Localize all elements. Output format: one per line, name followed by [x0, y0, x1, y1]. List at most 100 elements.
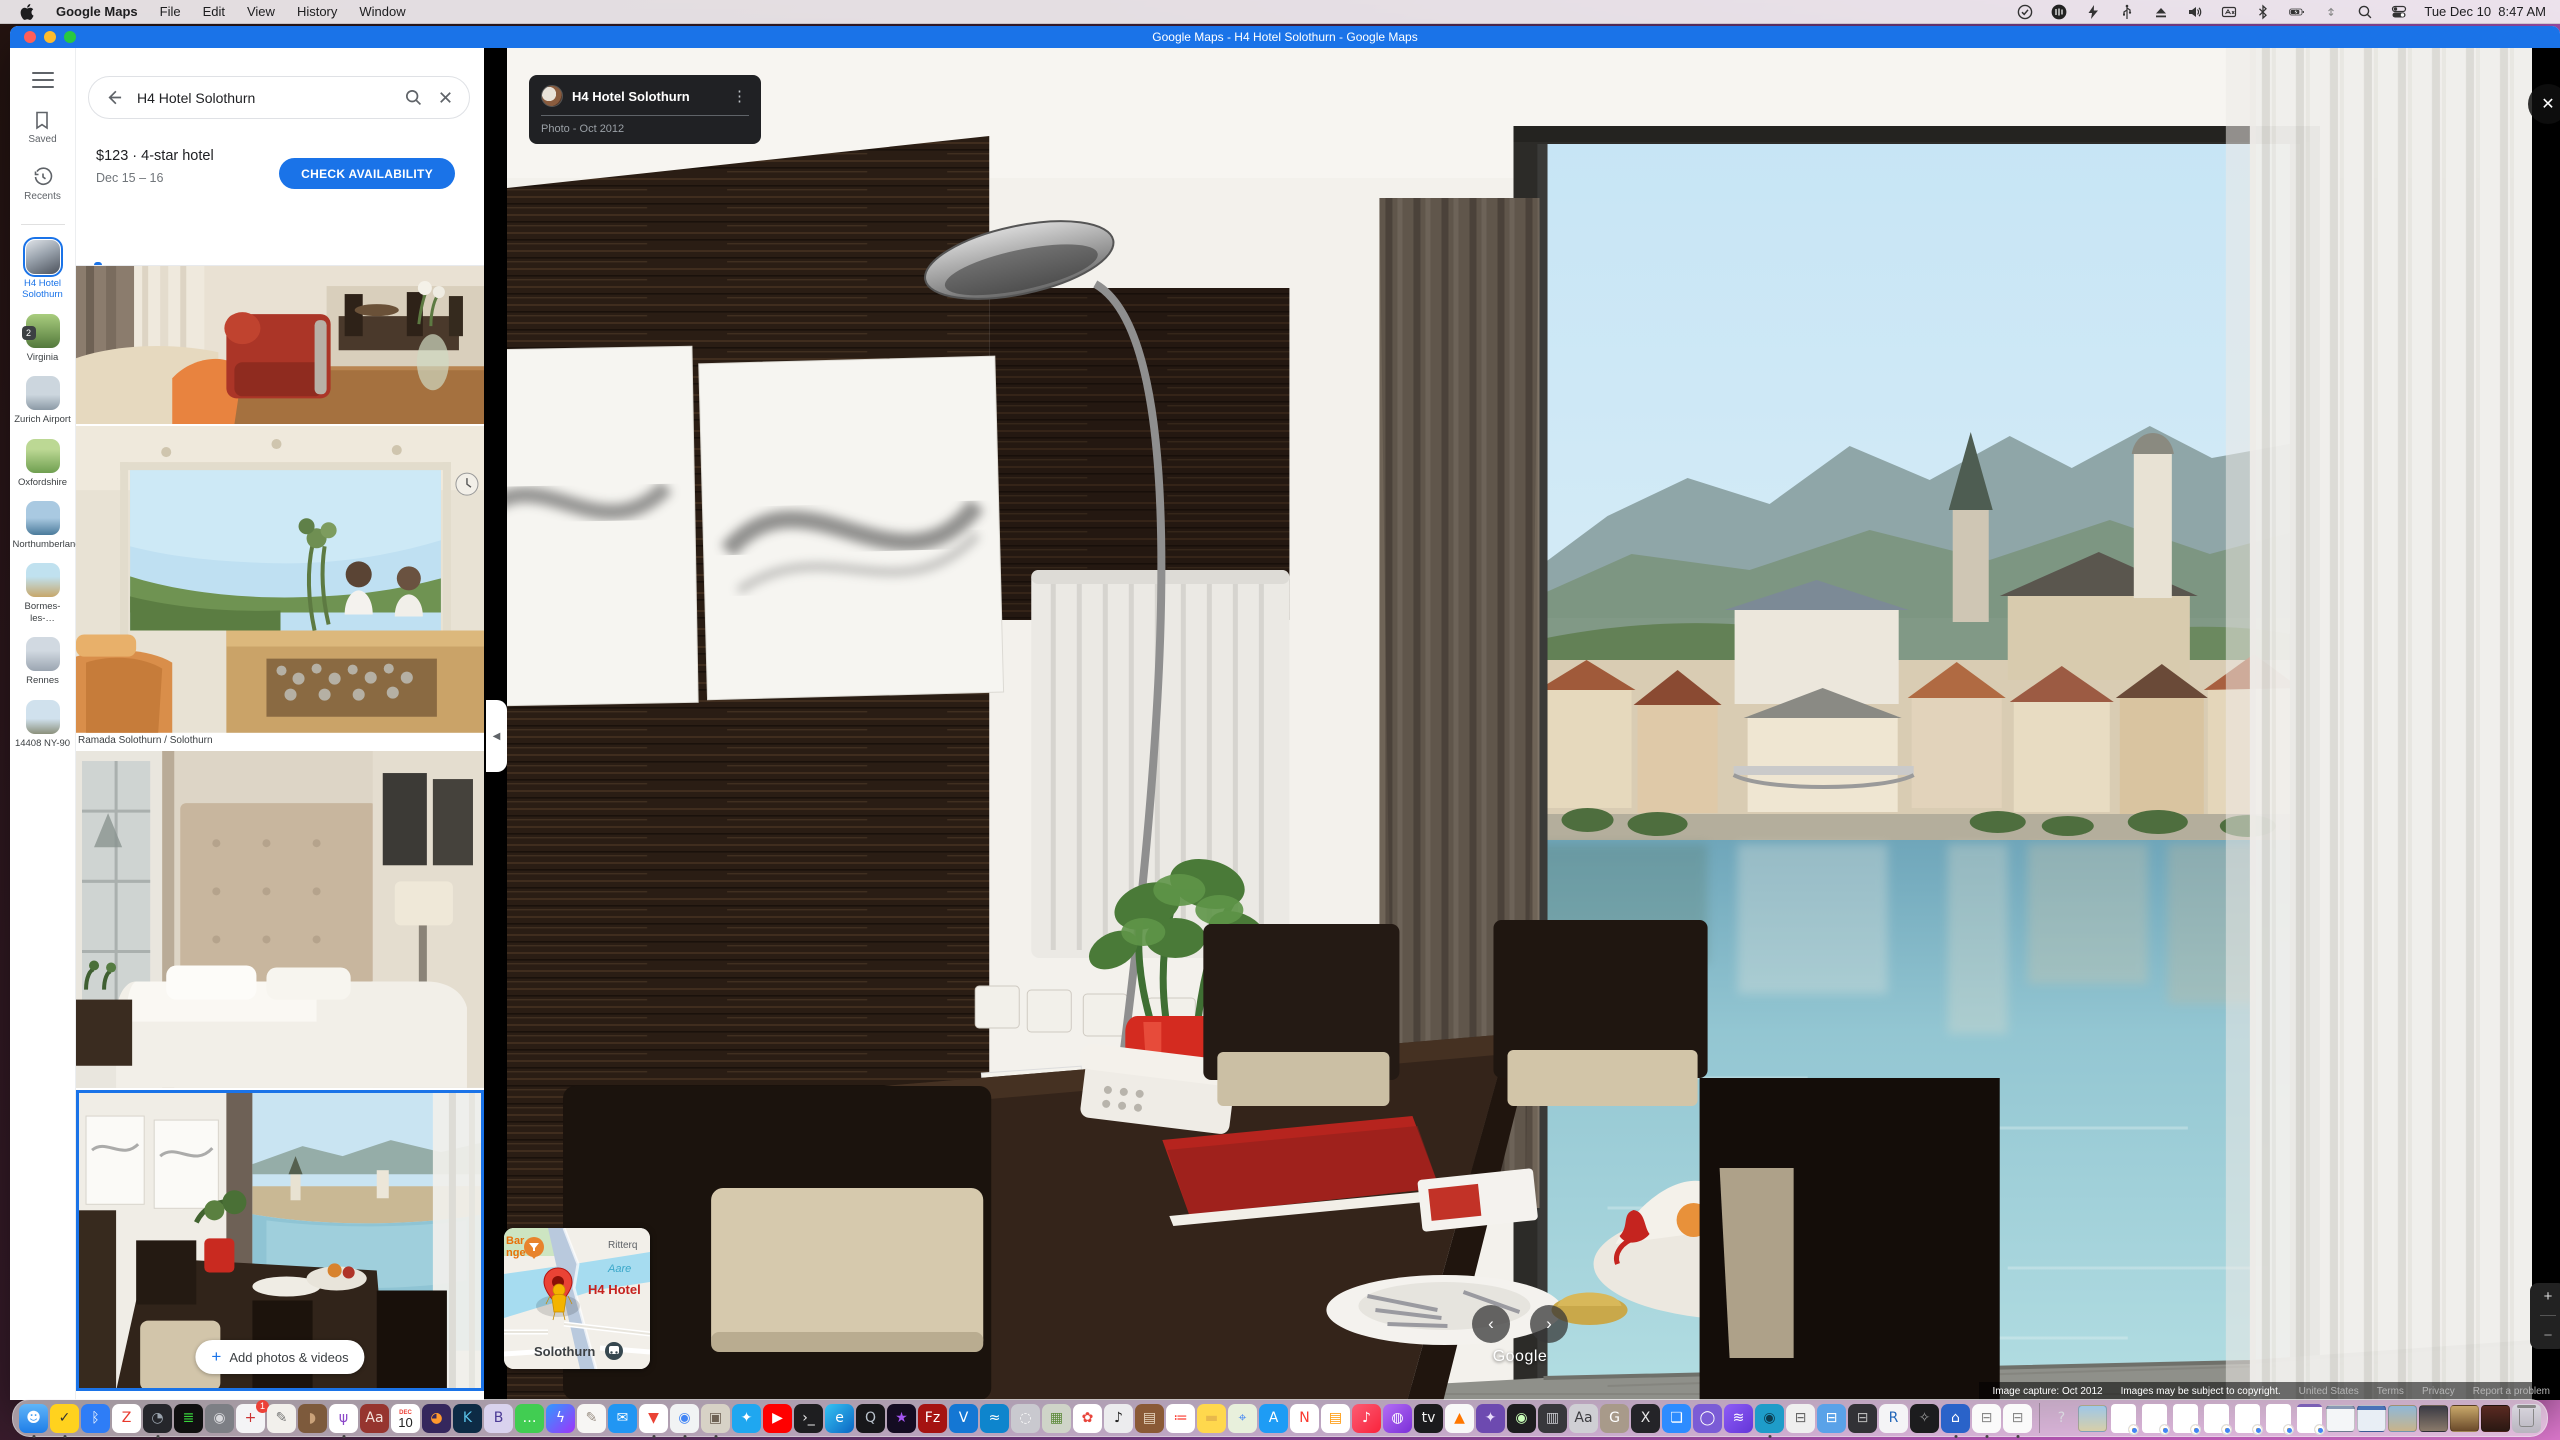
dock-zinio[interactable]: Z [112, 1404, 141, 1433]
checkmark-circle-icon[interactable] [2016, 4, 2033, 20]
dock-dvd-player[interactable]: ◌ [1011, 1404, 1040, 1433]
terms-link[interactable]: Terms [2377, 1386, 2404, 1397]
dock-fingerprint-settings[interactable]: ◉ [205, 1404, 234, 1433]
dock-reminders[interactable]: ≔ [1166, 1404, 1195, 1433]
recent-place-chip[interactable]: Oxfordshire [11, 439, 75, 488]
recent-place-chip[interactable]: Northumberland… [11, 501, 75, 550]
dock-dictionary[interactable]: Aa [360, 1404, 389, 1433]
photo-tab[interactable] [82, 251, 114, 265]
dock-r-project[interactable]: R [1879, 1404, 1908, 1433]
mini-map[interactable]: Bar nge Ritterq Aare H4 Hotel [504, 1228, 650, 1369]
dock-system-doctor[interactable]: +1 [236, 1404, 265, 1433]
dock-edge[interactable]: e [825, 1404, 854, 1433]
photo-tab[interactable] [178, 251, 210, 265]
input-source-icon[interactable] [2220, 4, 2237, 20]
add-photos-button[interactable]: + Add photos & videos [195, 1340, 364, 1374]
dock-home[interactable]: ⌂ [1941, 1404, 1970, 1433]
search-input[interactable] [135, 89, 391, 107]
search-box[interactable] [88, 76, 470, 119]
dock-mail[interactable]: ✉ [608, 1404, 637, 1433]
dock-obs-circle[interactable]: ◯ [1693, 1404, 1722, 1433]
search-icon[interactable] [403, 88, 423, 108]
dock-vinyl-disc[interactable]: ◉ [1507, 1404, 1536, 1433]
privacy-link[interactable]: Privacy [2422, 1386, 2455, 1397]
dock-youtube[interactable]: ▶ [763, 1404, 792, 1433]
sidebar-item-saved[interactable]: Saved [28, 110, 56, 145]
dock-bookends[interactable]: B [484, 1404, 513, 1433]
control-center-icon[interactable] [2390, 4, 2407, 20]
dock-printer-one[interactable]: ⊟ [1972, 1404, 2001, 1433]
dock-browser-window[interactable] [2357, 1405, 2386, 1432]
menu-view[interactable]: View [247, 4, 275, 19]
dock-brown-figure-app[interactable]: ◗ [298, 1404, 327, 1433]
dock-printer-utility[interactable]: ⊟ [1786, 1404, 1815, 1433]
menu-bar-clock[interactable]: Tue Dec 10 8:47 AM [2424, 4, 2546, 19]
dock-speedtest-gauge[interactable]: ◔ [143, 1404, 172, 1433]
dock-music[interactable]: ♪ [1352, 1404, 1381, 1433]
recent-place-chip[interactable]: Zurich Airport [11, 376, 75, 425]
close-photo-button[interactable]: ✕ [2528, 84, 2560, 124]
dock-disk-doc-editor[interactable]: ✎ [267, 1404, 296, 1433]
window-titlebar[interactable]: Google Maps - H4 Hotel Solothurn - Googl… [10, 26, 2560, 48]
dock-chrome-document[interactable] [2235, 1404, 2260, 1433]
dock-dark-photo-app[interactable]: ✧ [1910, 1404, 1939, 1433]
recent-place-chip[interactable]: Rennes [11, 637, 75, 686]
dock-apple-maps[interactable]: ⌖ [1228, 1404, 1257, 1433]
dock-messages[interactable]: … [515, 1404, 544, 1433]
back-arrow-icon[interactable] [103, 88, 123, 108]
dock-notes-pencil[interactable]: ✎ [577, 1404, 606, 1433]
photo-thumb-reception[interactable]: Ramada Solothurn / Solothurn [76, 426, 484, 749]
dock-dark-terminal[interactable]: ▥ [1538, 1404, 1567, 1433]
dock-chrome-document[interactable] [2142, 1404, 2167, 1433]
dock-safari[interactable]: ✦ [732, 1404, 761, 1433]
dock-chrome[interactable]: ◉ [670, 1404, 699, 1433]
zoom-in-button[interactable]: + [2544, 1289, 2553, 1304]
dock-kindle[interactable]: K [453, 1404, 482, 1433]
dock-print-center[interactable]: ⊟ [1817, 1404, 1846, 1433]
eject-icon[interactable] [2152, 4, 2169, 20]
report-problem-link[interactable]: Report a problem [2473, 1386, 2550, 1397]
dock-scanner[interactable]: ⊟ [1848, 1404, 1877, 1433]
dock-gimp[interactable]: G [1600, 1404, 1629, 1433]
dock-google-maps[interactable]: ▼ [639, 1404, 668, 1433]
apple-logo-icon[interactable] [20, 4, 34, 20]
more-options-icon[interactable]: ⋮ [730, 87, 749, 105]
menu-history[interactable]: History [297, 4, 337, 19]
recent-place-chip[interactable]: 2 Virginia [11, 314, 75, 363]
dock-apple-tv[interactable]: tv [1414, 1404, 1443, 1433]
check-availability-button[interactable]: CHECK AVAILABILITY [279, 158, 455, 189]
dock-photo-document[interactable] [2078, 1405, 2107, 1432]
sidebar-item-recents[interactable]: Recents [24, 167, 61, 202]
wifi-off-icon[interactable] [2322, 4, 2339, 20]
dock-usb-prober[interactable]: ψ [329, 1404, 358, 1433]
dock-archive-utility[interactable]: ▣ [701, 1404, 730, 1433]
dock-imovie-star[interactable]: ★ [887, 1404, 916, 1433]
photo-tab[interactable] [146, 251, 178, 265]
dock-vlc-cone[interactable]: ▲ [1445, 1404, 1474, 1433]
dock-xquartz[interactable]: X [1631, 1404, 1660, 1433]
dock-garageband-piano[interactable]: ♪ [1104, 1404, 1133, 1433]
bluetooth-icon[interactable] [2254, 4, 2271, 20]
dock-app-store[interactable]: A [1259, 1404, 1288, 1433]
dock-podcasts[interactable]: ◍ [1383, 1404, 1412, 1433]
volume-icon[interactable] [2186, 4, 2203, 20]
dock-contacts[interactable]: ▤ [1135, 1404, 1164, 1433]
dock-missing-shortcut[interactable]: ? [2047, 1404, 2076, 1433]
menu-app-name[interactable]: Google Maps [56, 4, 138, 19]
dock-trash[interactable] [2512, 1404, 2541, 1433]
recent-place-chip[interactable]: H4 Hotel Solothurn [11, 240, 75, 301]
zoom-out-button[interactable]: − [2544, 1328, 2553, 1343]
dock-finder[interactable]: ☻ [19, 1404, 48, 1433]
dock-v-transfer[interactable]: V [949, 1404, 978, 1433]
menu-window[interactable]: Window [359, 4, 405, 19]
main-menu-button[interactable] [32, 72, 54, 88]
dock-bluetooth-exchange[interactable]: ᛒ [81, 1404, 110, 1433]
next-photo-button[interactable]: › [1530, 1305, 1568, 1343]
dock-voice-waveform[interactable]: ≋ [1724, 1404, 1753, 1433]
dock-quicktime[interactable]: Q [856, 1404, 885, 1433]
dock-beach-photo-window[interactable] [2388, 1405, 2417, 1432]
dock-photos[interactable]: ✿ [1073, 1404, 1102, 1433]
dock-chrome-document[interactable] [2173, 1404, 2198, 1433]
photo-tab[interactable] [242, 251, 274, 265]
dock-terminal[interactable]: ›_ [794, 1404, 823, 1433]
